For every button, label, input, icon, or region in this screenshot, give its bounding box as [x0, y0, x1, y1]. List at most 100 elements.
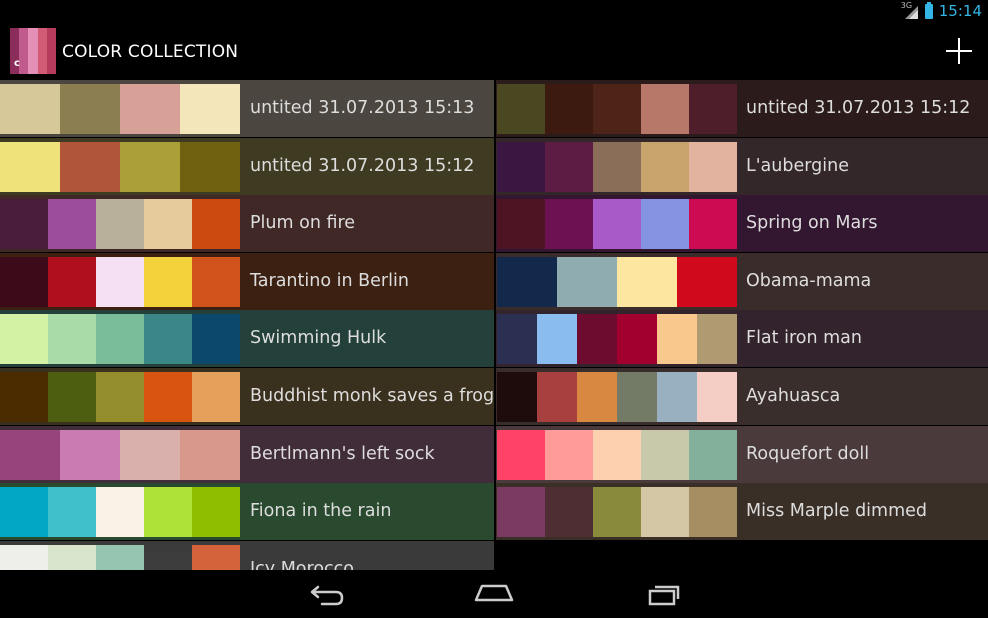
palette-row[interactable]: untited 31.07.2013 15:12 [0, 137, 494, 195]
palette-row[interactable]: Fiona in the rain [0, 483, 494, 541]
color-swatch [192, 371, 240, 422]
palette-swatches [497, 256, 737, 307]
color-swatch [617, 256, 677, 307]
color-swatch [545, 84, 593, 134]
palette-swatches [0, 371, 240, 422]
color-swatch [689, 429, 737, 480]
color-swatch [192, 314, 240, 365]
color-swatch [497, 371, 537, 422]
color-swatch [120, 429, 180, 480]
color-swatch [120, 84, 180, 134]
palette-row[interactable]: L'aubergine [496, 137, 988, 195]
color-swatch [545, 429, 593, 480]
color-swatch [641, 199, 689, 250]
add-palette-button[interactable] [944, 36, 974, 66]
palette-name: Swimming Hulk [250, 328, 387, 349]
back-icon [310, 585, 344, 606]
navigation-bar [0, 570, 988, 618]
palette-row[interactable]: Ayahuasca [496, 367, 988, 425]
palette-swatches [0, 84, 240, 134]
palette-row[interactable]: untited 31.07.2013 15:12 [496, 80, 988, 137]
color-swatch [96, 544, 144, 570]
palette-row[interactable]: Obama-mama [496, 252, 988, 310]
color-swatch [144, 371, 192, 422]
color-swatch [144, 487, 192, 538]
recents-button[interactable] [642, 578, 686, 610]
color-swatch [0, 487, 48, 538]
color-swatch [0, 314, 48, 365]
color-swatch [617, 371, 657, 422]
color-swatch [593, 487, 641, 538]
palette-row[interactable]: untited 31.07.2013 15:13 [0, 80, 494, 137]
color-swatch [497, 487, 545, 538]
app-logo-icon[interactable]: c [10, 28, 57, 74]
palette-row[interactable]: Swimming Hulk [0, 310, 494, 368]
palette-name: Buddhist monk saves a frog [250, 385, 494, 406]
home-button[interactable] [472, 578, 516, 610]
palette-list-left[interactable]: untited 31.07.2013 15:13 untited 31.07.20… [0, 80, 494, 570]
color-swatch [192, 544, 240, 570]
app-logo-stripe [46, 28, 57, 74]
color-swatch [545, 487, 593, 538]
palette-swatches [497, 141, 737, 192]
color-swatch [689, 141, 737, 192]
color-swatch [689, 199, 737, 250]
color-swatch [497, 199, 545, 250]
color-swatch [0, 84, 60, 134]
palette-name: untited 31.07.2013 15:12 [250, 155, 475, 176]
color-swatch [96, 314, 144, 365]
action-bar: c COLOR COLLECTION [0, 22, 988, 80]
color-swatch [48, 544, 96, 570]
back-button[interactable] [304, 578, 348, 610]
color-swatch [0, 371, 48, 422]
palette-name: Roquefort doll [746, 443, 870, 464]
palette-row[interactable]: Buddhist monk saves a frog [0, 367, 494, 425]
color-swatch [537, 371, 577, 422]
color-swatch [545, 141, 593, 192]
color-swatch [557, 256, 617, 307]
color-swatch [120, 141, 180, 192]
color-swatch [657, 371, 697, 422]
color-swatch [697, 314, 737, 365]
color-swatch [48, 371, 96, 422]
palette-name: Spring on Mars [746, 213, 878, 234]
color-swatch [641, 487, 689, 538]
palette-row[interactable]: Bertlmann's left sock [0, 425, 494, 483]
palette-row[interactable]: Plum on fire [0, 195, 494, 253]
status-bar: 3G 15:14 [0, 0, 988, 22]
color-swatch [577, 314, 617, 365]
app-logo-stripe [37, 28, 47, 74]
color-swatch [48, 256, 96, 307]
palette-swatches [0, 199, 240, 250]
palette-row[interactable]: Flat iron man [496, 310, 988, 368]
palette-row[interactable]: Roquefort doll [496, 425, 988, 483]
app-logo-stripe [28, 28, 38, 74]
palette-row[interactable]: Tarantino in Berlin [0, 252, 494, 310]
palette-name: Ayahuasca [746, 385, 841, 406]
app-logo-letter: c [14, 58, 20, 69]
color-swatch [0, 256, 48, 307]
palette-row[interactable]: Icy Morocco [0, 540, 494, 570]
palette-name: Obama-mama [746, 270, 872, 291]
color-swatch [0, 141, 60, 192]
palette-row[interactable]: Spring on Mars [496, 195, 988, 253]
palette-list-right[interactable]: untited 31.07.2013 15:12 L'aubergine Sprin… [496, 80, 988, 570]
palette-name: Fiona in the rain [250, 501, 392, 522]
color-swatch [617, 314, 657, 365]
color-swatch [497, 429, 545, 480]
color-swatch [192, 487, 240, 538]
color-swatch [96, 256, 144, 307]
palette-name: Plum on fire [250, 213, 356, 234]
color-swatch [0, 199, 48, 250]
color-swatch [96, 487, 144, 538]
color-swatch [60, 141, 120, 192]
color-swatch [641, 429, 689, 480]
palette-row[interactable]: Miss Marple dimmed [496, 483, 988, 541]
color-swatch [60, 429, 120, 480]
color-swatch [180, 84, 240, 134]
palette-swatches [497, 84, 737, 134]
palette-swatches [0, 429, 240, 480]
palette-swatches [497, 314, 737, 365]
color-swatch [689, 84, 737, 134]
color-swatch [0, 429, 60, 480]
